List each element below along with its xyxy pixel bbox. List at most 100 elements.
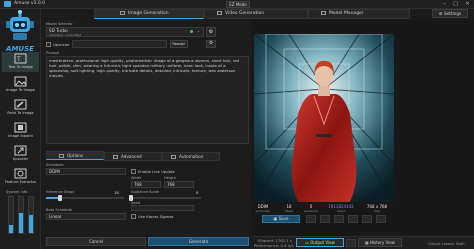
upscaler-select[interactable] (72, 40, 167, 48)
copy-icon[interactable] (306, 215, 316, 223)
image-icon (120, 10, 125, 15)
nav-label: Text To Image (8, 65, 33, 69)
history-view-label: History View (370, 240, 396, 245)
save-button[interactable]: ▣ Save (262, 215, 300, 223)
close-button[interactable]: ✕ (463, 1, 472, 8)
upscale-send-icon[interactable] (362, 215, 372, 223)
image-to-image-send-icon[interactable] (320, 215, 330, 223)
upscaler-label: Upscaler (53, 42, 70, 47)
minimize-button[interactable]: – (440, 1, 449, 8)
robot-logo-icon (6, 10, 34, 40)
split-view-icon[interactable] (346, 239, 356, 247)
nav-text-to-image[interactable]: T Text To Image (2, 52, 39, 72)
chevron-down-icon[interactable]: ⌄ (197, 28, 200, 33)
settings-label: Settings (443, 11, 462, 16)
image-to-image-icon (14, 76, 27, 87)
output-view-label: Output View (310, 240, 335, 245)
height-select[interactable]: 768 (164, 181, 194, 188)
tab-image-generation[interactable]: Image Generation (94, 9, 204, 19)
guidance-scale-slider[interactable] (131, 197, 201, 199)
stat-cell: DDIM Scheduler (252, 204, 274, 213)
nav-image-to-image[interactable]: Image To Image (2, 75, 39, 95)
stat-label: Steps (284, 209, 294, 213)
guidance-value: 0 (196, 190, 199, 195)
steps-value: 18 (114, 190, 119, 195)
prompt-text: masterpiece, professional high quality, … (49, 58, 240, 78)
prompt-textarea[interactable]: masterpiece, professional high quality, … (46, 56, 249, 144)
output-view-button[interactable]: ▭ Output View (296, 238, 344, 247)
generate-button[interactable]: Generate (148, 237, 249, 246)
feature-send-icon[interactable] (376, 215, 386, 223)
amuse-logo: AMUSE (3, 9, 37, 57)
stat-cell: 1913824442 Seed (324, 204, 358, 213)
stat-label: Guidance (303, 209, 319, 213)
tab-label: Image Generation (128, 11, 169, 16)
performance: Performance: 0.4 it/s (254, 243, 294, 248)
beta-schedule-select[interactable]: Linear (46, 213, 126, 220)
system-usage-fill (29, 215, 33, 233)
scheduler-label: Scheduler (46, 163, 64, 167)
nav-upscaler[interactable]: Upscaler (2, 144, 39, 164)
paint-send-icon[interactable] (334, 215, 344, 223)
ez-mode-button[interactable]: EZ Mode (226, 1, 250, 8)
system-usage-bar (8, 196, 14, 234)
model-settings-button[interactable]: ⚙ (206, 27, 216, 37)
tab-model-manager[interactable]: Model Manager (308, 9, 410, 19)
nav-paint-to-image[interactable]: Paint To Image (2, 98, 39, 118)
inference-steps-label: Inference Steps (46, 190, 75, 194)
tab-video-generation[interactable]: Video Generation (204, 9, 308, 19)
stat-label: Scheduler (255, 209, 271, 213)
beta-schedule-label: Beta Schedule (46, 208, 72, 212)
video-icon (217, 10, 222, 15)
cancel-button[interactable]: Cancel (46, 237, 146, 246)
tab-label: Options (67, 153, 84, 158)
live-update-checkbox[interactable] (131, 169, 136, 174)
settings-button[interactable]: ⚙ Settings (432, 9, 468, 18)
text-to-image-icon: T (14, 53, 27, 64)
title-bar: Amuse v3.0.0 EZ Mode – □ ✕ (0, 0, 474, 9)
model-status-button[interactable]: Ready! (170, 40, 188, 48)
nav-feature-extractor[interactable]: Feature Extractor (2, 167, 39, 187)
upscale-icon (14, 145, 27, 156)
svg-text:T: T (16, 56, 21, 63)
generated-image[interactable] (254, 34, 394, 202)
stat-label: Seed (337, 209, 345, 213)
paint-brush-icon (14, 99, 27, 110)
tab-label: Model Manager (329, 11, 364, 16)
nav-label: Paint To Image (7, 111, 34, 115)
seed-input[interactable] (131, 205, 194, 211)
model-icon (321, 10, 326, 15)
system-usage-bar (18, 196, 24, 234)
model-select[interactable]: SD Turbo StabilityAI - ControlNet (46, 27, 204, 37)
system-usage-fill (9, 225, 13, 233)
tab-automation[interactable]: Automation (162, 152, 220, 161)
generated-image-art (254, 34, 394, 202)
maximize-button[interactable]: □ (451, 1, 460, 8)
tab-options[interactable]: Options (46, 151, 104, 160)
width-select[interactable]: 768 (131, 181, 161, 188)
history-view-button[interactable]: ▦ History View (358, 238, 402, 247)
stat-label: Size (373, 209, 381, 213)
live-update-label: Enable Live Update (138, 169, 175, 174)
save-label: Save (278, 216, 289, 221)
automation-icon (171, 155, 176, 159)
upscaler-settings-button[interactable]: ⚙ (206, 40, 216, 48)
inpaint-send-icon[interactable] (348, 215, 358, 223)
stat-cell: 768 x 768 Size (360, 204, 394, 213)
tab-label: Video Generation (225, 11, 265, 16)
steps-slider-thumb[interactable] (58, 195, 63, 201)
karras-checkbox[interactable] (131, 214, 136, 219)
window-title: Amuse v3.0.0 (14, 1, 45, 6)
upscaler-checkbox[interactable] (46, 42, 51, 47)
model-subname: StabilityAI - ControlNet (49, 33, 81, 37)
karras-label: Use Karras Sigmas (138, 214, 174, 219)
system-usage-bar (28, 196, 34, 234)
nav-label: Image To Image (6, 88, 35, 92)
system-info-label: System Info (6, 190, 28, 194)
scheduler-select[interactable]: DDIM (46, 168, 126, 175)
width-label: Width (131, 176, 142, 180)
stat-cell: 18 Steps (278, 204, 300, 213)
stat-cell: 0 Guidance (300, 204, 322, 213)
nav-image-inpaint[interactable]: Image Inpaint (2, 121, 39, 141)
tab-advanced[interactable]: Advanced (104, 152, 162, 161)
